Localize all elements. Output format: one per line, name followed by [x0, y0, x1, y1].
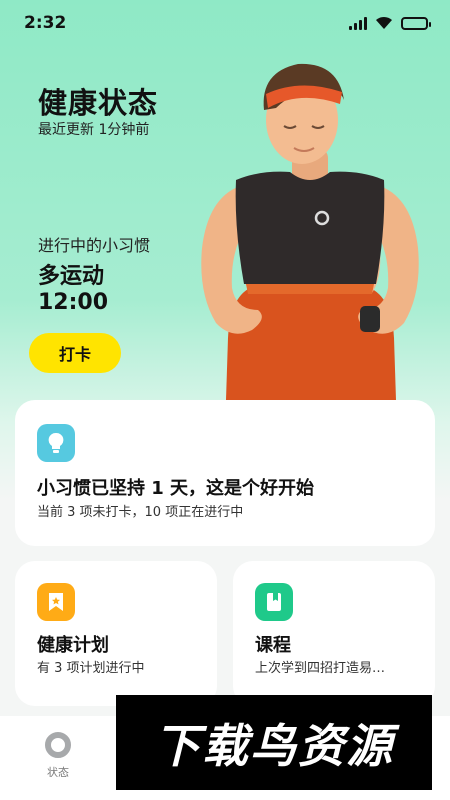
status-ring-icon [45, 732, 71, 758]
plan-title: 健康计划 [37, 635, 109, 656]
watermark-banner: 下载鸟资源 [116, 695, 432, 790]
course-card[interactable]: 课程 上次学到四招打造易… [233, 561, 435, 706]
plan-desc: 有 3 项计划进行中 [37, 661, 145, 676]
habit-time: 12:00 [38, 290, 109, 315]
ribbon-icon [37, 583, 75, 621]
battery-icon [401, 16, 431, 30]
nav-label-status: 状态 [47, 766, 69, 779]
nav-item-status[interactable]: 状态 [30, 732, 86, 780]
summary-desc: 当前 3 项未打卡，10 项正在进行中 [37, 505, 244, 520]
book-icon [255, 583, 293, 621]
health-plan-card[interactable]: 健康计划 有 3 项计划进行中 [15, 561, 217, 706]
last-updated-text: 最近更新 1分钟前 [38, 122, 150, 138]
course-desc: 上次学到四招打造易… [255, 661, 386, 676]
page-title: 健康状态 [38, 86, 159, 120]
signal-icon [349, 16, 367, 30]
status-icons [349, 16, 431, 30]
lightbulb-icon [37, 424, 75, 462]
wifi-icon [376, 16, 392, 29]
status-time: 2:32 [24, 13, 67, 33]
course-title: 课程 [255, 635, 291, 656]
habit-summary-card[interactable]: 小习惯已坚持 1 天，这是个好开始 当前 3 项未打卡，10 项正在进行中 [15, 400, 435, 546]
checkin-button[interactable]: 打卡 [29, 333, 121, 373]
habit-section-label: 进行中的小习惯 [38, 236, 151, 255]
status-bar: 2:32 [0, 0, 450, 46]
summary-title: 小习惯已坚持 1 天，这是个好开始 [37, 478, 315, 499]
athlete-illustration [201, 63, 419, 400]
habit-name: 多运动 [38, 264, 105, 289]
watermark-text: 下载鸟资源 [154, 718, 394, 773]
